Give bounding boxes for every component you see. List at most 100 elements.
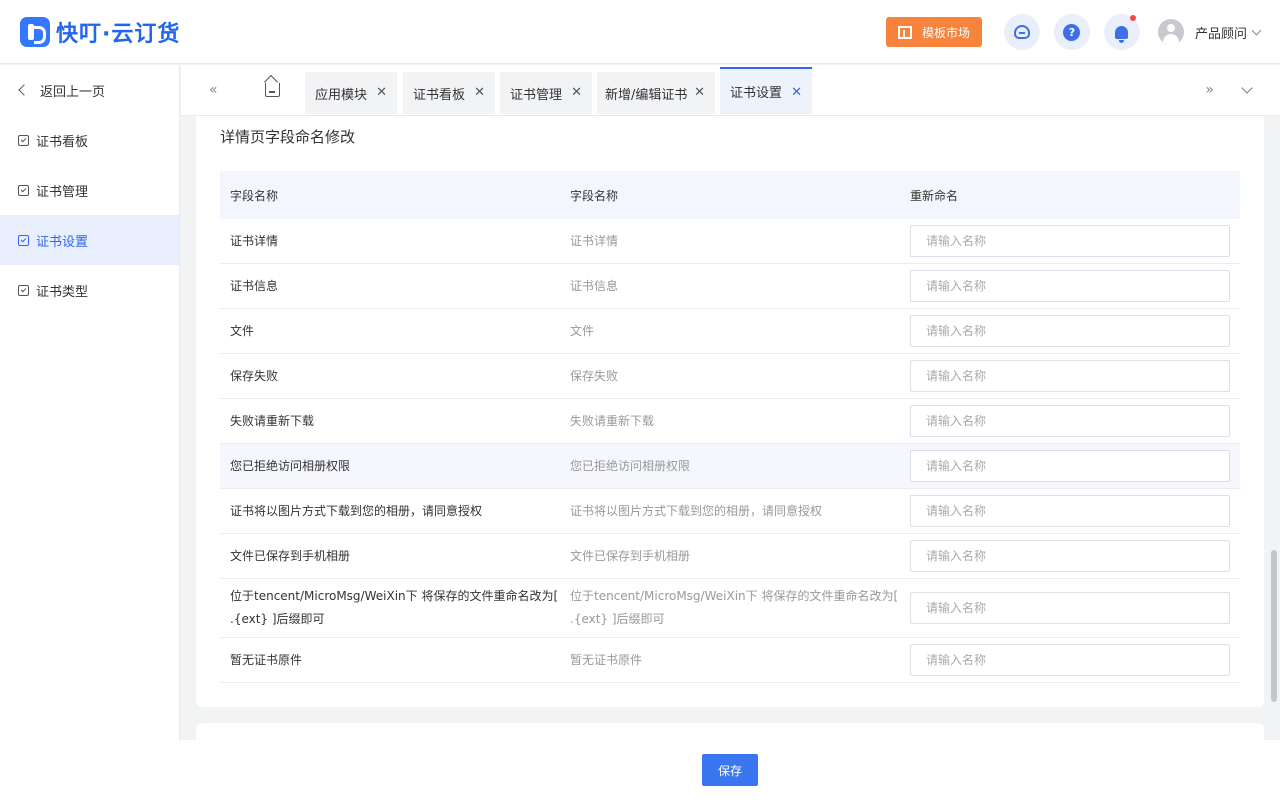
field-name-cell: 暂无证书原件 [230,652,303,667]
field-name-cell: 证书信息 [230,278,279,293]
certificate-icon [18,134,29,146]
sidebar-item-cert-board[interactable]: 证书看板 [0,115,179,165]
user-menu[interactable]: 产品顾问 [1157,19,1262,45]
home-icon[interactable] [265,83,280,97]
rename-input[interactable] [910,540,1230,572]
rename-cell [900,592,1240,624]
help-button[interactable]: ? [1053,14,1090,50]
scrollbar[interactable] [1271,550,1277,702]
rename-input[interactable] [910,495,1230,527]
notification-button[interactable] [1103,14,1140,50]
field-rename-card: 详情页字段命名修改 字段名称 字段名称 重新命名 证书详情证书详情证书信息证书信… [196,116,1264,707]
sidebar-item-label: 证书设置 [36,234,89,250]
rename-cell [900,315,1240,347]
close-icon[interactable]: ✕ [791,85,802,100]
close-icon[interactable]: ✕ [571,85,582,100]
rename-input[interactable] [910,405,1230,437]
column-header: 字段名称 [570,188,619,203]
rename-cell [900,540,1240,572]
field-original-cell: 证书信息 [570,278,619,293]
tab-cert-manage[interactable]: 证书管理 ✕ [500,72,592,114]
tab-cert-board[interactable]: 证书看板 ✕ [403,72,495,114]
field-name-cell: 失败请重新下载 [230,413,315,428]
rename-cell [900,495,1240,527]
field-original-cell: 保存失败 [570,368,619,383]
template-icon [897,25,912,39]
field-name-cell: 保存失败 [230,368,279,383]
rename-input[interactable] [910,644,1230,676]
rename-input[interactable] [910,450,1230,482]
sidebar: 返回上一页 证书看板 证书管理 证书设置 证书类型 [0,65,180,740]
column-header: 重新命名 [910,188,959,203]
logo-icon [20,16,50,47]
tab-app-module[interactable]: 应用模块 ✕ [305,72,397,114]
rename-input[interactable] [910,225,1230,257]
field-original-cell: 暂无证书原件 [570,652,643,667]
double-chevron-left-icon[interactable]: « [209,82,218,98]
tab-label: 应用模块 [315,87,368,103]
field-original-cell: 文件已保存到手机相册 [570,548,691,563]
field-name-cell: 文件已保存到手机相册 [230,548,351,563]
field-name-cell: 位于tencent/MicroMsg/WeiXin下 将保存的文件重命名改为[ … [230,589,559,626]
tab-cert-settings[interactable]: 证书设置 ✕ [720,67,812,114]
rename-cell [900,270,1240,302]
certificate-icon [18,284,29,296]
tab-label: 证书设置 [730,86,783,101]
certificate-icon [18,234,29,246]
tab-label: 证书看板 [413,87,466,103]
rename-input[interactable] [910,592,1230,624]
table-row: 文件已保存到手机相册 文件已保存到手机相册 [220,534,1240,579]
user-name: 产品顾问 [1194,26,1247,42]
sidebar-item-cert-types[interactable]: 证书类型 [0,265,179,315]
sidebar-item-label: 证书看板 [36,134,89,150]
table-body: 证书详情 证书详情证书信息 证书信息文件文件保存失败 保存失败失败请重新下载失败请重新… [220,219,1240,683]
table-row: 证书详情 证书详情 [220,219,1240,264]
field-original-cell: 位于tencent/MicroMsg/WeiXin下 将保存的文件重命名改为[ … [570,589,899,626]
tab-cert-edit[interactable]: 新增/编辑证书 ✕ [597,72,715,114]
rename-input[interactable] [910,360,1230,392]
tab-label: 新增/编辑证书 [605,87,688,103]
sidebar-item-label: 证书管理 [36,184,89,200]
chevron-left-icon [18,84,30,96]
close-icon[interactable]: ✕ [694,85,705,100]
sidebar-item-cert-manage[interactable]: 证书管理 [0,165,179,215]
field-original-cell: 证书详情 [570,233,619,248]
save-button[interactable]: 保存 [702,754,758,786]
rename-input[interactable] [910,270,1230,302]
field-name-cell: 您已拒绝访问相册权限 [230,458,351,473]
notification-dot [1129,15,1136,21]
back-link[interactable]: 返回上一页 [0,65,179,115]
rename-cell [900,360,1240,392]
sidebar-item-cert-settings[interactable]: 证书设置 [0,215,179,265]
table-row: 暂无证书原件 暂无证书原件 [220,638,1240,683]
close-icon[interactable]: ✕ [376,85,387,100]
rename-input[interactable] [910,315,1230,347]
rename-cell [900,405,1240,437]
rename-cell [900,450,1240,482]
rename-cell [900,225,1240,257]
table-row: 失败请重新下载 失败请重新下载 [220,399,1240,444]
footer-bar: 保存 [0,740,1280,800]
table-row: 位于tencent/MicroMsg/WeiXin下 将保存的文件重命名改为[ … [220,579,1240,638]
section-title: 详情页字段命名修改 [220,128,356,146]
table-row: 您已拒绝访问相册权限 您已拒绝访问相册权限 [220,444,1240,489]
double-chevron-right-icon[interactable]: » [1205,82,1214,98]
avatar [1157,19,1184,45]
template-market-label: 模板市场 [921,25,970,40]
field-name-cell: 证书详情 [230,233,279,248]
customer-service-icon [1013,25,1030,39]
app-logo[interactable]: 快叮·云订货 [20,16,180,48]
field-table: 字段名称 字段名称 重新命名 证书详情证书详情证书信息证书信息文件文件保存失败保… [220,171,1240,683]
field-original-cell: 证书将以图片方式下载到您的相册，请同意授权 [570,503,823,518]
sidebar-item-label: 证书类型 [36,284,89,300]
bell-icon [1115,25,1129,43]
close-icon[interactable]: ✕ [474,85,485,100]
customer-service-button[interactable] [1003,14,1040,50]
chevron-down-icon[interactable] [1241,82,1253,94]
header-actions: 模板市场 ? 产品顾问 [885,0,1262,64]
field-original-cell: 您已拒绝访问相册权限 [570,458,691,473]
table-row: 文件 文件 [220,309,1240,354]
template-market-button[interactable]: 模板市场 [885,17,982,47]
table-row: 保存失败 保存失败 [220,354,1240,399]
field-name-cell: 证书将以图片方式下载到您的相册，请同意授权 [230,503,483,518]
